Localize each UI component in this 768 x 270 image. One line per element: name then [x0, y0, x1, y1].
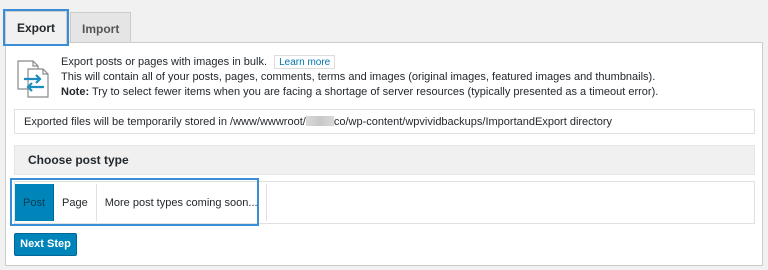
- export-description: Export posts or pages with images in bul…: [61, 55, 751, 100]
- redacted-domain: [305, 116, 334, 127]
- choose-post-type-header: Choose post type: [14, 145, 755, 175]
- tab-export[interactable]: Export: [2, 9, 70, 46]
- post-type-post-button[interactable]: Post: [15, 184, 55, 221]
- tab-import[interactable]: Import: [70, 12, 132, 44]
- export-note: Note: Try to select fewer items when you…: [61, 85, 751, 100]
- export-info: Export posts or pages with images in bul…: [13, 53, 755, 103]
- export-documents-icon: [17, 60, 49, 98]
- next-step-button[interactable]: Next Step: [14, 233, 77, 256]
- post-type-options: Post Page More post types coming soon...: [15, 184, 267, 221]
- more-types-coming-soon: More post types coming soon...: [96, 184, 267, 221]
- storage-path-notice: Exported files will be temporarily store…: [14, 109, 755, 134]
- export-panel: Export posts or pages with images in bul…: [5, 42, 763, 266]
- export-contents-text: This will contain all of your posts, pag…: [61, 71, 656, 83]
- note-label: Note:: [61, 86, 90, 98]
- post-type-page-button[interactable]: Page: [54, 184, 97, 221]
- storage-path-suffix: co/wp-content/wpvividbackups/ImportandEx…: [333, 116, 613, 128]
- storage-path-prefix: Exported files will be temporarily store…: [24, 116, 306, 128]
- export-intro: Export posts or pages with images in bul…: [61, 56, 268, 68]
- tab-bar: Export Import: [2, 9, 134, 46]
- learn-more-link[interactable]: Learn more: [274, 55, 336, 69]
- note-text: Try to select fewer items when you are f…: [89, 86, 659, 98]
